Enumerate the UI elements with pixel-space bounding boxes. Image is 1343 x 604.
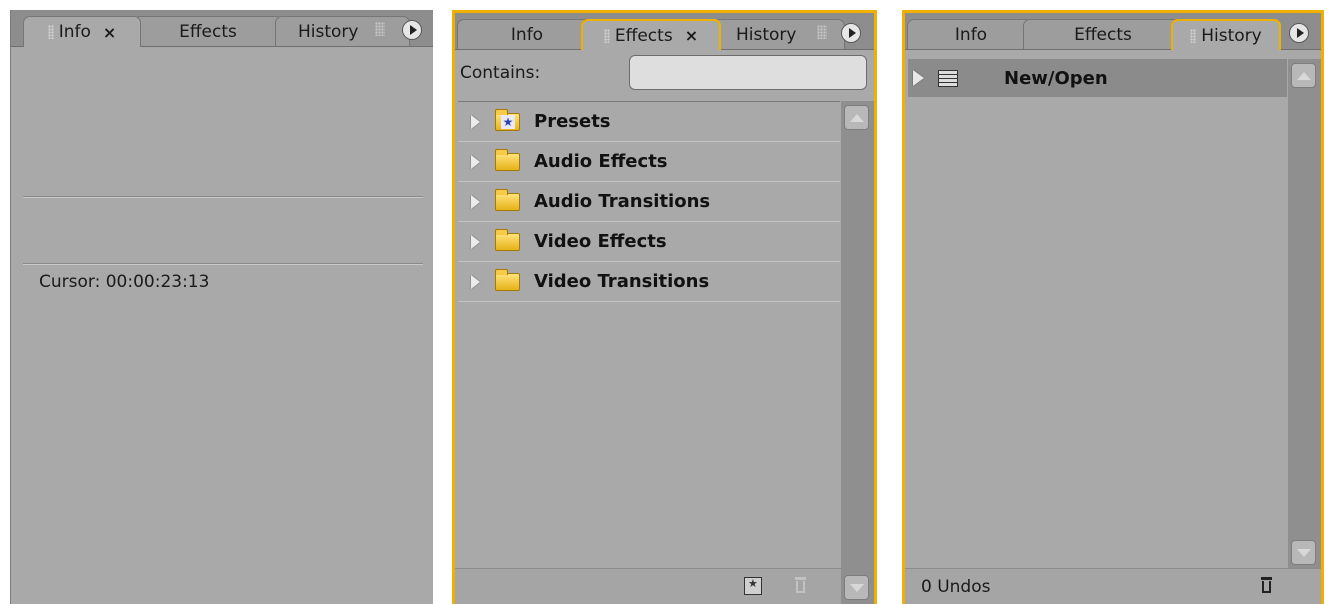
trash-icon[interactable] (1258, 577, 1276, 595)
tab-effects-label: Effects (179, 21, 237, 42)
tab-effects[interactable]: Effects (1023, 19, 1183, 49)
tree-item-label: Audio Effects (534, 151, 668, 172)
tab-info-label: Info (954, 24, 988, 45)
history-entry[interactable]: New/Open (908, 59, 1287, 97)
effects-scrollbar[interactable] (841, 101, 874, 604)
tab-effects-label: Effects (1074, 24, 1132, 45)
close-icon[interactable]: × (103, 23, 116, 42)
history-panel-tabbar: Info Effects History (905, 13, 1321, 50)
effects-panel: Info Effects × History Contains: ★ Prese… (452, 10, 877, 604)
scroll-down-icon[interactable] (844, 575, 869, 600)
expand-triangle-icon[interactable] (471, 234, 480, 249)
info-panel-tabbar: Info × Effects History (11, 10, 433, 47)
search-label: Contains: (460, 63, 541, 83)
folder-icon (495, 268, 520, 291)
new-custom-bin-icon[interactable] (744, 577, 762, 595)
tab-effects[interactable]: Effects × (581, 19, 721, 50)
divider (23, 263, 423, 265)
tab-history-label: History (736, 24, 797, 45)
drag-grip-icon[interactable] (375, 22, 385, 36)
drag-grip-icon[interactable] (817, 25, 827, 39)
list-icon (938, 69, 958, 87)
expand-triangle-icon[interactable] (471, 154, 480, 169)
history-bottom-bar: 0 Undos (905, 568, 1321, 604)
cursor-readout: Cursor: 00:00:23:13 (39, 272, 209, 292)
history-panel: Info Effects History New/Open 0 Undos (902, 10, 1324, 604)
undos-count: 0 Undos (921, 577, 991, 597)
drag-grip-icon[interactable] (1190, 28, 1197, 43)
effects-bottom-bar (455, 568, 841, 604)
cursor-timecode: 00:00:23:13 (105, 272, 210, 292)
tab-info-label: Info (510, 24, 544, 45)
info-panel: Info × Effects History Cursor: 00:00:23:… (10, 10, 433, 604)
tab-history[interactable]: History (1171, 19, 1281, 50)
tab-effects-label: Effects (614, 25, 673, 46)
trash-icon[interactable] (792, 577, 810, 595)
tab-history-label: History (1201, 25, 1262, 46)
scroll-up-icon[interactable] (1291, 63, 1316, 88)
tab-info[interactable]: Info (907, 19, 1035, 49)
tab-info[interactable]: Info (457, 19, 597, 49)
panel-menu-icon[interactable] (841, 23, 861, 43)
tab-effects[interactable]: Effects (133, 16, 283, 46)
history-entry-label: New/Open (1004, 67, 1108, 89)
effects-search-input[interactable] (629, 55, 867, 90)
tree-item-label: Presets (534, 111, 611, 132)
divider (23, 196, 423, 198)
panel-menu-icon[interactable] (402, 20, 422, 40)
scroll-down-icon[interactable] (1291, 540, 1316, 565)
folder-icon (495, 148, 520, 171)
expand-triangle-icon[interactable] (471, 194, 480, 209)
folder-icon (495, 188, 520, 211)
tree-item-video-transitions[interactable]: Video Transitions (458, 262, 840, 302)
close-icon[interactable]: × (685, 26, 698, 45)
drag-grip-icon[interactable] (603, 28, 610, 43)
effects-search-row: Contains: (455, 51, 874, 99)
tab-history[interactable]: History (275, 16, 410, 46)
panel-menu-icon[interactable] (1289, 23, 1309, 43)
tree-item-audio-transitions[interactable]: Audio Transitions (458, 182, 840, 222)
history-scrollbar[interactable] (1288, 59, 1321, 569)
preset-folder-icon: ★ (495, 108, 520, 131)
tab-info-label: Info (58, 22, 91, 42)
tree-item-audio-effects[interactable]: Audio Effects (458, 142, 840, 182)
expand-triangle-icon[interactable] (471, 114, 480, 129)
effects-tree: ★ Presets Audio Effects Audio Transition… (458, 101, 840, 567)
scroll-up-icon[interactable] (844, 105, 869, 130)
cursor-label: Cursor: (39, 272, 101, 292)
tree-item-video-effects[interactable]: Video Effects (458, 222, 840, 262)
tree-item-label: Audio Transitions (534, 191, 711, 212)
drag-grip-icon[interactable] (47, 25, 54, 39)
tree-item-label: Video Effects (534, 231, 667, 252)
tree-item-presets[interactable]: ★ Presets (458, 102, 840, 142)
tab-history-label: History (298, 21, 359, 42)
expand-triangle-icon[interactable] (471, 274, 480, 289)
tab-info[interactable]: Info × (23, 16, 141, 47)
effects-panel-tabbar: Info Effects × History (455, 13, 874, 50)
current-state-marker-icon (913, 70, 924, 86)
tree-item-label: Video Transitions (534, 271, 710, 292)
folder-icon (495, 228, 520, 251)
